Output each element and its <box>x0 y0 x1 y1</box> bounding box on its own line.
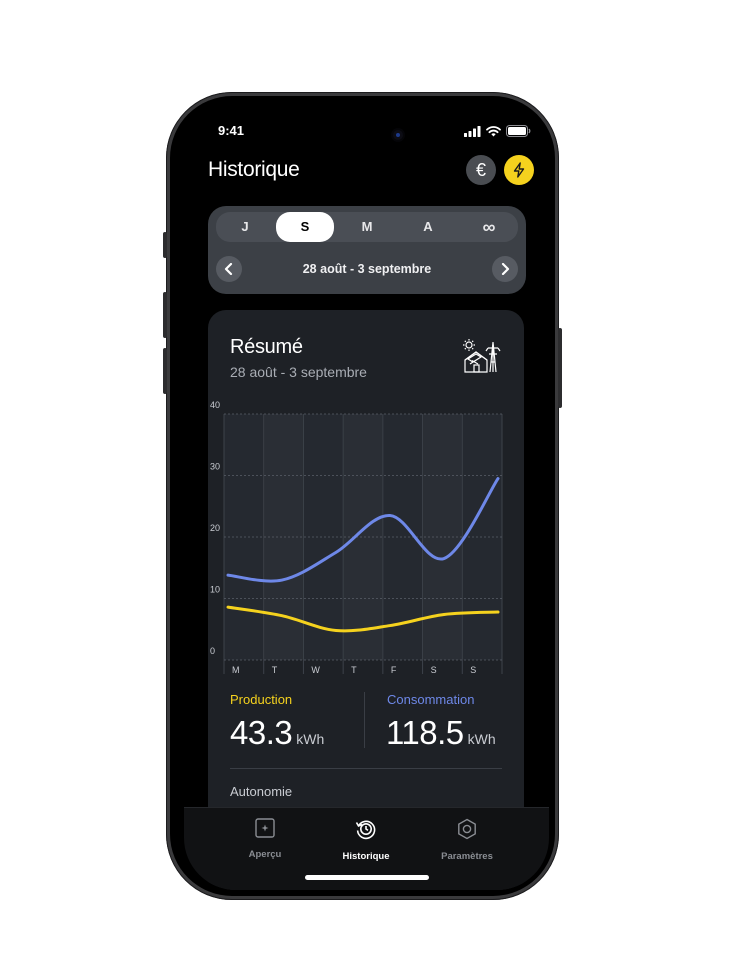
phone-bezel: 9:41 Historique € J S M A ∞ 28 août - 3 … <box>170 96 555 896</box>
status-icons <box>464 125 531 137</box>
tab-history[interactable]: Historique <box>316 818 416 862</box>
battery-icon <box>506 125 531 137</box>
production-number: 43.3 <box>230 714 293 751</box>
screen: 9:41 Historique € J S M A ∞ 28 août - 3 … <box>184 110 549 890</box>
settings-icon <box>458 818 476 840</box>
energy-chart: 40 30 20 10 0 M T W T F S S <box>210 400 503 675</box>
chart-y-tick-label: 30 <box>210 462 220 472</box>
chart-x-tick-label: F <box>391 665 397 675</box>
tab-settings[interactable]: Paramètres <box>417 818 517 862</box>
summary-date-range: 28 août - 3 septembre <box>230 364 367 380</box>
power-button <box>558 328 562 408</box>
previous-period-button[interactable] <box>216 256 242 282</box>
solar-house-grid-icon <box>463 339 501 373</box>
production-unit: kWh <box>296 731 325 747</box>
overview-icon <box>255 818 275 838</box>
chart-y-tick-label: 40 <box>210 400 220 410</box>
tab-day[interactable]: J <box>216 212 274 242</box>
section-divider <box>230 768 502 769</box>
chart-x-tick-label: T <box>351 665 357 675</box>
tab-year[interactable]: A <box>399 212 457 242</box>
autonomy-label: Autonomie <box>230 784 293 799</box>
history-icon <box>355 820 376 840</box>
chart-x-tick-label: W <box>311 665 320 675</box>
tab-bar: Aperçu Historique Paramètres <box>184 807 549 890</box>
tab-overview[interactable]: Aperçu <box>215 818 315 860</box>
currency-toggle-button[interactable]: € <box>466 155 496 185</box>
date-range-label: 28 août - 3 septembre <box>302 262 432 276</box>
tab-week[interactable]: S <box>276 212 334 242</box>
period-selector: J S M A ∞ 28 août - 3 septembre <box>208 206 526 294</box>
chart-x-tick-label: S <box>470 665 476 675</box>
consumption-number: 118.5 <box>386 714 464 751</box>
stats-divider <box>364 692 365 748</box>
mute-switch <box>163 232 167 258</box>
tab-settings-label: Paramètres <box>441 851 493 862</box>
energy-toggle-button[interactable] <box>504 155 534 185</box>
consumption-label: Consommation <box>387 692 475 707</box>
chart-y-tick-label: 10 <box>210 585 220 595</box>
wifi-icon <box>486 125 501 136</box>
tab-month[interactable]: M <box>338 212 396 242</box>
production-label: Production <box>230 692 293 707</box>
chart-x-tick-label: S <box>431 665 437 675</box>
tab-overview-label: Aperçu <box>248 849 282 860</box>
next-period-button[interactable] <box>492 256 518 282</box>
volume-up-button <box>163 292 167 338</box>
euro-icon: € <box>475 159 486 180</box>
chart-x-tick-label: T <box>272 665 278 675</box>
consumption-unit: kWh <box>467 731 496 747</box>
tab-history-label: Historique <box>342 851 390 862</box>
consumption-value: 118.5 kWh <box>386 714 496 752</box>
status-time: 9:41 <box>218 123 245 138</box>
front-camera <box>393 130 403 140</box>
home-indicator <box>305 875 429 880</box>
phone-frame: 9:41 Historique € J S M A ∞ 28 août - 3 … <box>163 92 562 900</box>
chevron-right-icon <box>501 263 510 275</box>
chart-x-tick-label: M <box>232 665 240 675</box>
cellular-signal-icon <box>464 125 481 137</box>
production-value: 43.3 kWh <box>230 714 324 752</box>
period-segmented-control: J S M A ∞ <box>216 212 518 242</box>
chevron-left-icon <box>224 263 233 275</box>
page-title: Historique <box>208 158 300 181</box>
chart-y-tick-label: 20 <box>210 523 220 533</box>
volume-down-button <box>163 348 167 394</box>
summary-card: Résumé 28 août - 3 septembre 40 30 20 10 0 <box>208 310 524 890</box>
lightning-bolt-icon <box>513 162 525 178</box>
tab-all-time[interactable]: ∞ <box>460 212 518 242</box>
summary-title: Résumé <box>230 336 303 358</box>
chart-y-tick-label: 0 <box>210 646 215 656</box>
